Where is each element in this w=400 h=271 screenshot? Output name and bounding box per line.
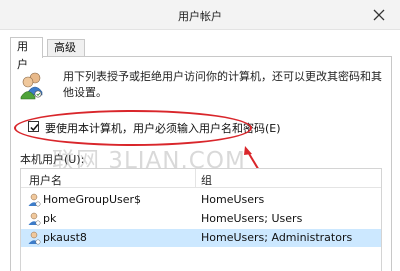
row-username: pk [43, 212, 57, 225]
column-header-group[interactable]: 组 [201, 172, 212, 188]
row-group: HomeUsers; Users [201, 212, 303, 225]
users-list[interactable]: 用户名 组 HomeGroupUser$ HomeUsers pk HomeUs… [20, 168, 382, 271]
column-header-username[interactable]: 用户名 [29, 172, 62, 188]
tab-users[interactable]: 用户 [10, 37, 43, 71]
row-username: pkaust8 [43, 231, 87, 244]
user-icon [28, 231, 41, 245]
row-group: HomeUsers [201, 193, 265, 206]
user-icon [28, 193, 41, 207]
table-row[interactable]: pk HomeUsers; Users [21, 210, 381, 228]
user-icon [28, 212, 41, 226]
row-group: HomeUsers; Administrators [201, 231, 353, 244]
table-row[interactable]: HomeGroupUser$ HomeUsers [21, 191, 381, 209]
column-divider[interactable] [195, 169, 196, 188]
table-row-selected[interactable]: pkaust8 HomeUsers; Administrators [21, 229, 381, 247]
list-header: 用户名 组 [21, 169, 381, 188]
row-username: HomeGroupUser$ [43, 193, 142, 206]
